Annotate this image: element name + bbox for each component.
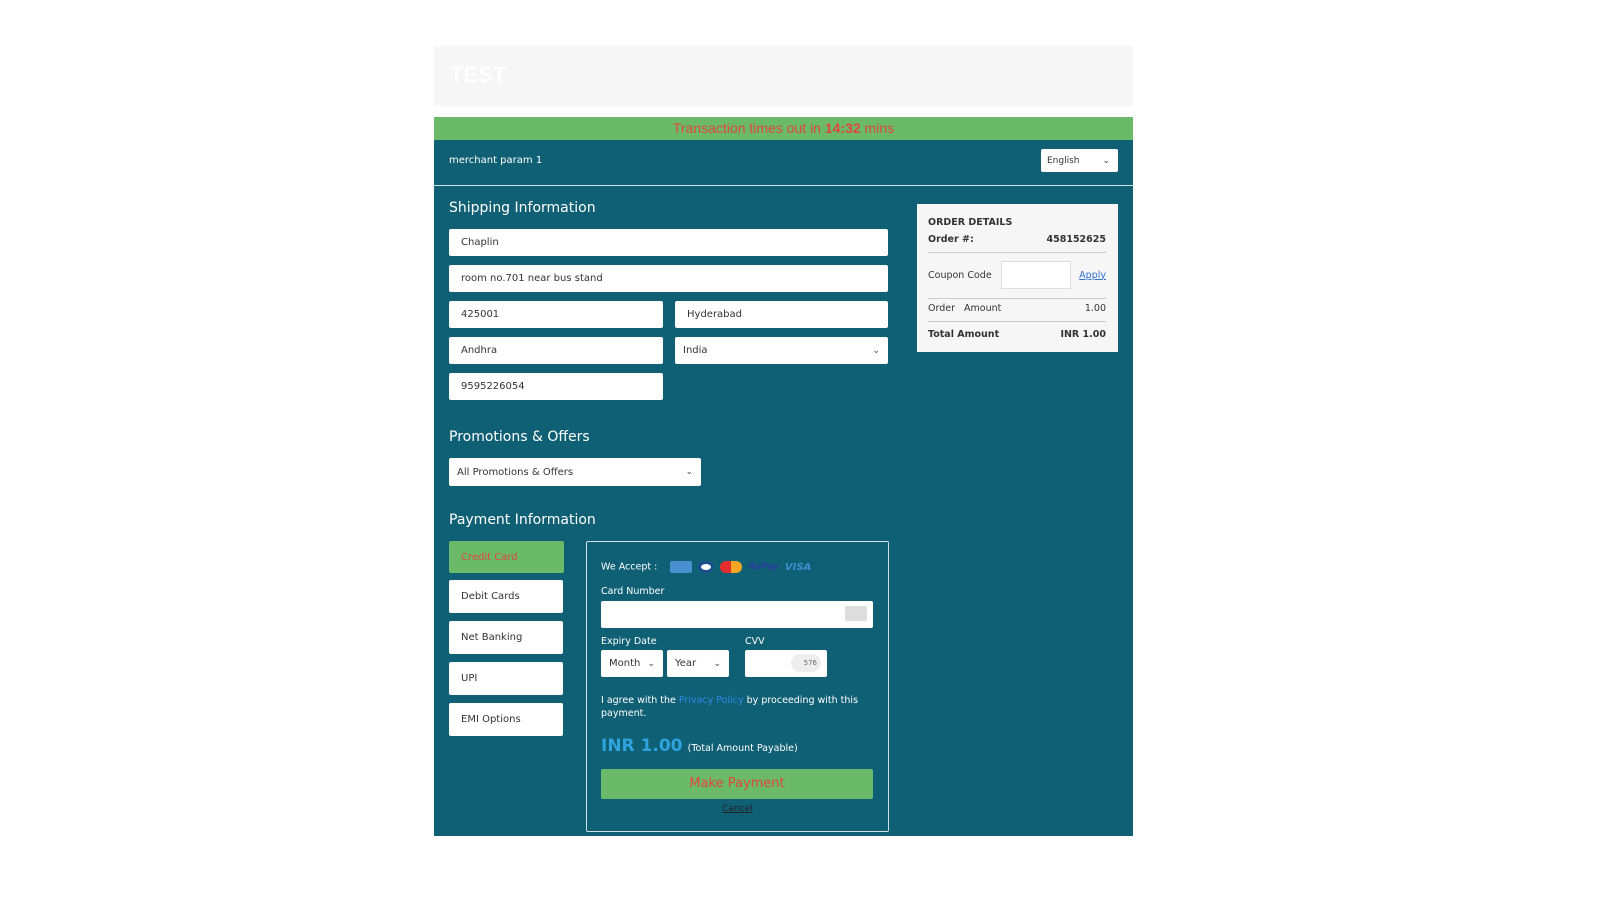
amount-payable: INR 1.00 (Total Amount Payable) [601, 736, 798, 756]
total-amount: INR 1.00 [1060, 329, 1106, 340]
promotions-title: Promotions & Offers [449, 429, 590, 445]
visa-icon: VISA [784, 561, 812, 573]
order-details: ORDER DETAILS Order #: 458152625 Coupon C… [917, 204, 1118, 352]
order-amount: 1.00 [1084, 303, 1106, 314]
country-select[interactable]: India ⌄ [675, 337, 888, 364]
language-value: English [1047, 155, 1080, 166]
merchant-header: TEST [434, 46, 1133, 106]
amount-value: INR 1.00 [601, 736, 683, 756]
state-input[interactable]: Andhra [449, 337, 663, 364]
cvv-hint-icon: 576 [791, 654, 821, 672]
total-amount-label: Total Amount [928, 329, 1000, 340]
cvv-label: CVV [745, 636, 765, 647]
divider [928, 252, 1106, 253]
total-amount-row: Total Amount INR 1.00 [928, 329, 1106, 340]
tab-upi[interactable]: UPI [449, 662, 563, 695]
expiry-year-select[interactable]: Year ⌄ [667, 650, 729, 677]
shipping-title: Shipping Information [449, 200, 596, 216]
card-icon [845, 606, 867, 621]
order-number: 458152625 [1046, 234, 1107, 245]
expiry-month-select[interactable]: Month ⌄ [601, 650, 663, 677]
tab-net-banking[interactable]: Net Banking [449, 621, 563, 654]
tab-emi-options[interactable]: EMI Options [449, 703, 563, 736]
merchant-brand: TEST [450, 62, 507, 87]
apply-coupon-link[interactable]: Apply [1079, 270, 1106, 281]
rupay-icon: RuPay [748, 562, 779, 572]
timer-suffix: mins [860, 120, 895, 136]
name-input[interactable]: Chaplin [449, 229, 888, 256]
payment-panel: merchant param 1 English ⌄ Shipping Infor… [434, 140, 1133, 836]
order-amount-label: Order Amount [928, 303, 1002, 314]
country-value: India [683, 345, 708, 356]
card-form: We Accept : RuPay VISA Card Number Expiry… [586, 541, 889, 832]
promotions-value: All Promotions & Offers [457, 466, 574, 478]
chevron-down-icon: ⌄ [1102, 155, 1110, 166]
promotions-select[interactable]: All Promotions & Offers ⌄ [449, 458, 701, 486]
accepted-cards: We Accept : RuPay VISA [601, 561, 811, 573]
merchant-param: merchant param 1 [449, 155, 543, 166]
order-number-label: Order #: [928, 234, 974, 245]
coupon-input[interactable] [1001, 261, 1072, 289]
amount-note: (Total Amount Payable) [687, 743, 798, 754]
amex-icon [670, 561, 693, 573]
city-input[interactable]: Hyderabad [675, 301, 888, 328]
language-select[interactable]: English ⌄ [1041, 149, 1118, 172]
timeout-banner: Transaction times out in 14:32 mins [434, 117, 1133, 140]
payment-title: Payment Information [449, 512, 596, 528]
coupon-label: Coupon Code [928, 269, 992, 281]
phone-input[interactable]: 9595226054 [449, 373, 663, 400]
cancel-link[interactable]: Cancel [587, 804, 888, 814]
timer-value: 14:32 [824, 120, 861, 136]
top-bar: merchant param 1 English ⌄ [434, 140, 1133, 186]
address-input[interactable]: room no.701 near bus stand [449, 265, 888, 292]
divider [928, 321, 1106, 322]
card-number-label: Card Number [601, 586, 665, 597]
agreement-text: I agree with the Privacy Policy by proce… [601, 694, 871, 720]
month-value: Month [609, 658, 641, 669]
chevron-down-icon: ⌄ [647, 658, 655, 669]
we-accept-label: We Accept : [601, 561, 658, 573]
chevron-down-icon: ⌄ [713, 658, 721, 669]
timer-prefix: Transaction times out in [672, 120, 825, 136]
zip-input[interactable]: 425001 [449, 301, 663, 328]
tab-credit-card[interactable]: Credit Card [449, 541, 564, 573]
year-value: Year [675, 658, 697, 669]
privacy-policy-link[interactable]: Privacy Policy [679, 695, 744, 706]
expiry-label: Expiry Date [601, 636, 657, 647]
diners-club-icon [698, 561, 715, 573]
mastercard-icon [720, 561, 743, 573]
order-number-row: Order #: 458152625 [928, 234, 1106, 245]
divider [928, 298, 1106, 299]
make-payment-button[interactable]: Make Payment [601, 769, 873, 799]
chevron-down-icon: ⌄ [872, 345, 880, 356]
card-number-input[interactable] [601, 601, 873, 628]
order-details-title: ORDER DETAILS [928, 217, 1013, 228]
agree-prefix: I agree with the [601, 695, 679, 706]
coupon-row: Coupon Code Apply [928, 261, 1106, 289]
tab-debit-cards[interactable]: Debit Cards [449, 580, 563, 613]
cvv-input[interactable]: 576 [745, 650, 827, 677]
order-amount-row: Order Amount 1.00 [928, 303, 1106, 314]
chevron-down-icon: ⌄ [685, 467, 693, 477]
